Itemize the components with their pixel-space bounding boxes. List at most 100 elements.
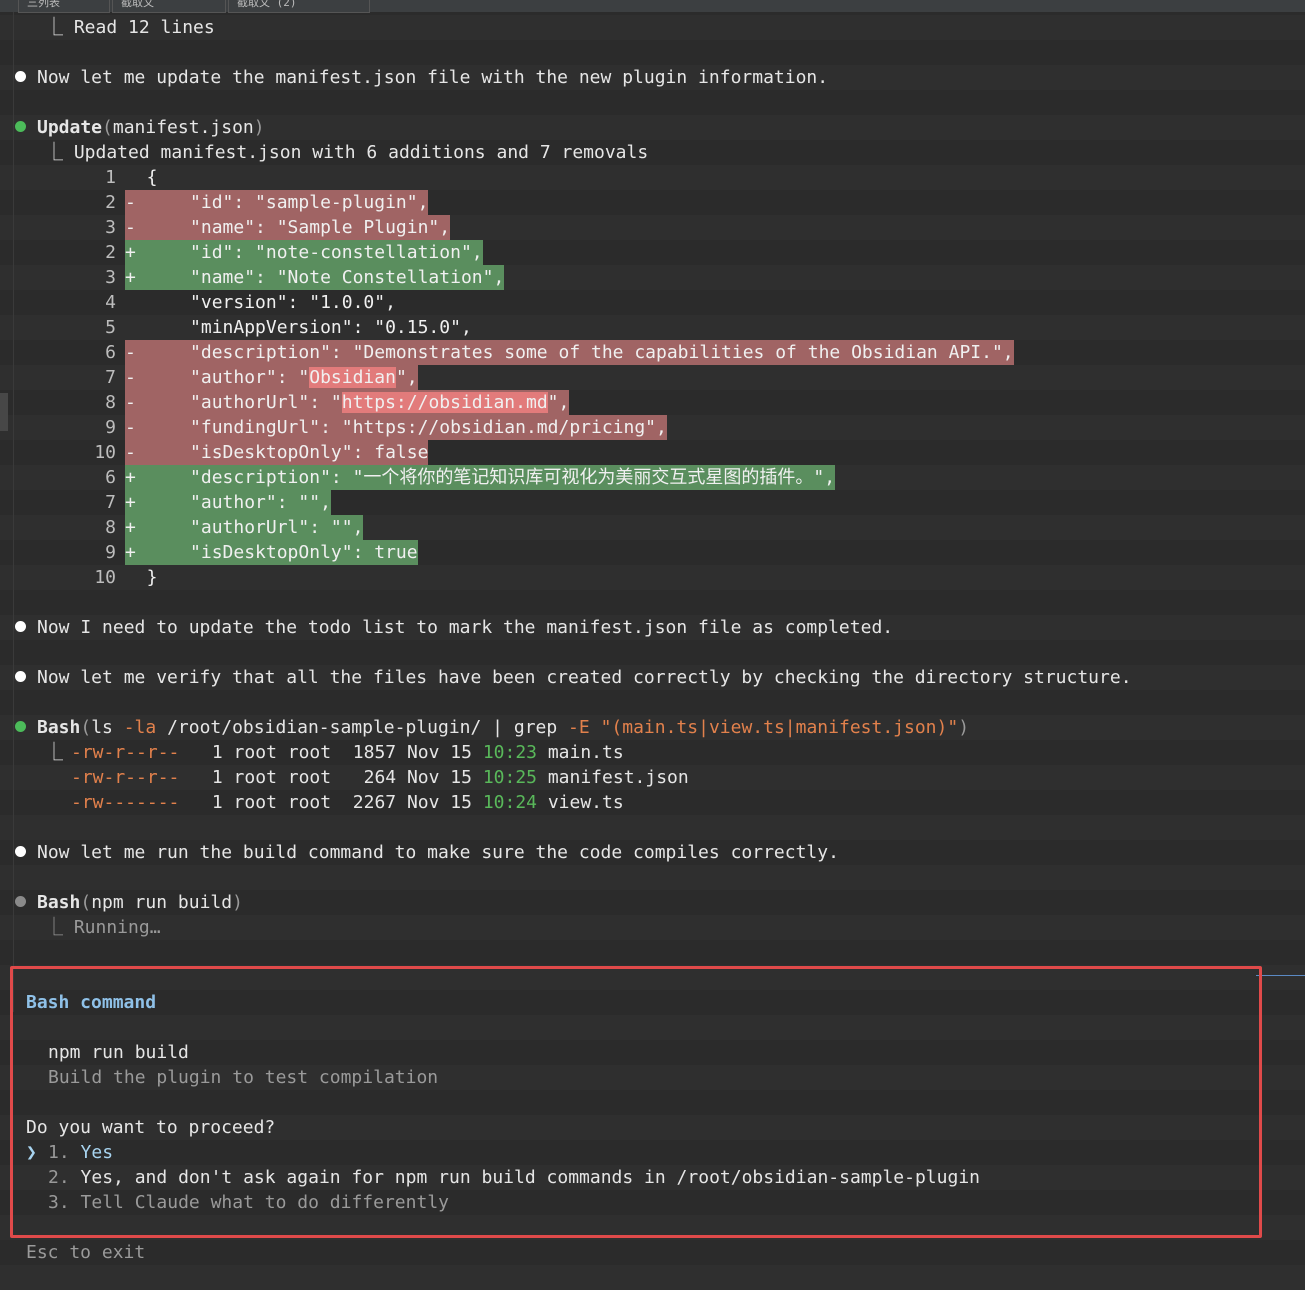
tab-capture-1[interactable]: 截取文 <box>112 0 226 13</box>
diff-line-number: 10 <box>94 567 116 588</box>
diff-line-number: 3 <box>105 267 116 288</box>
cmd-part: /root/obsidian-sample-plugin/ | grep <box>156 717 569 738</box>
diff-line-number: 1 <box>105 167 116 188</box>
file-permissions: -rw------- <box>71 792 180 813</box>
tool-success-icon <box>15 721 26 732</box>
tool-name: Bash <box>37 892 81 913</box>
update-tool-call: Update(manifest.json) <box>37 115 265 140</box>
diff-removed-line: - "authorUrl": "https://obsidian.md", <box>125 390 570 415</box>
assistant-message: Now let me run the build command to make… <box>37 842 839 863</box>
scroll-handle[interactable] <box>0 393 8 431</box>
diff-removed-line: - "id": "sample-plugin", <box>125 190 429 215</box>
diff-word-highlight: Obsidian <box>309 367 396 388</box>
paren-close: ) <box>253 117 265 138</box>
assistant-message: Now let me verify that all the files hav… <box>37 667 1132 688</box>
read-result: ⎿ Read 12 lines <box>45 17 215 38</box>
bash-tool-call: Bash(ls -la /root/obsidian-sample-plugin… <box>37 715 969 740</box>
file-meta: 1 root root 1857 Nov 15 <box>179 742 483 763</box>
diff-line-number: 8 <box>105 392 116 413</box>
paren-close: ) <box>232 892 243 913</box>
file-name: view.ts <box>537 792 624 813</box>
diff-added-line: + "id": "note-constellation", <box>125 240 483 265</box>
assistant-message: Now I need to update the todo list to ma… <box>37 617 894 638</box>
diff-line-number: 6 <box>105 342 116 363</box>
file-entry: -rw-r--r-- 1 root root 264 Nov 15 10:25 … <box>71 765 689 790</box>
cmd-flag: -E <box>568 717 590 738</box>
paren-open: ( <box>102 117 113 138</box>
option-label: Tell Claude what to do differently <box>80 1192 449 1213</box>
row-stripe <box>0 565 1305 590</box>
row-stripe <box>0 865 1305 890</box>
row-stripe <box>0 165 1305 190</box>
update-summary: ⎿ Updated manifest.json with 6 additions… <box>45 142 649 163</box>
diff-removed-line: - "author": "Obsidian", <box>125 365 418 390</box>
row-stripe <box>0 915 1305 940</box>
file-name: main.ts <box>537 742 624 763</box>
message-bullet-icon <box>15 71 26 82</box>
diff-line-number: 6 <box>105 467 116 488</box>
cmd-part: ls <box>91 717 124 738</box>
diff-removed-line: - "fundingUrl": "https://obsidian.md/pri… <box>125 415 667 440</box>
divider <box>1256 975 1305 976</box>
prompt-command: npm run build <box>48 1042 189 1063</box>
file-name: manifest.json <box>537 767 689 788</box>
diff-line-number: 10 <box>94 442 116 463</box>
tab-capture-2[interactable]: 截取文 (2) <box>228 0 370 13</box>
paren-close: ) <box>958 717 970 738</box>
cmd-flag: -la <box>123 717 157 738</box>
row-stripe <box>0 815 1305 840</box>
diff-line-number: 4 <box>105 292 116 313</box>
tool-pending-icon <box>15 896 26 907</box>
message-bullet-icon <box>15 621 26 632</box>
option-number: 2. <box>48 1167 70 1188</box>
prompt-question: Do you want to proceed? <box>26 1117 276 1138</box>
message-bullet-icon <box>15 846 26 857</box>
diff-line-number: 5 <box>105 317 116 338</box>
file-time: 10:23 <box>482 742 537 763</box>
file-time: 10:25 <box>482 767 537 788</box>
tool-name: Bash <box>37 717 81 738</box>
tab-capture-2-label: 截取文 (2) <box>237 0 297 9</box>
diff-context-line: { <box>125 167 158 188</box>
prompt-description: Build the plugin to test compilation <box>48 1067 439 1088</box>
diff-added-line: + "name": "Note Constellation", <box>125 265 505 290</box>
diff-line-number: 2 <box>105 242 116 263</box>
tab-list-label: 三列表 <box>27 0 60 9</box>
tab-list[interactable]: 三列表 <box>18 0 110 13</box>
diff-context-line: "version": "1.0.0", <box>125 292 396 313</box>
diff-line-number: 3 <box>105 217 116 238</box>
gutter-line <box>13 12 14 1012</box>
cmd-part: npm run build <box>91 892 233 913</box>
tool-arg: manifest.json <box>112 117 254 138</box>
paren-open: ( <box>80 892 92 913</box>
diff-line-number: 7 <box>105 367 116 388</box>
diff-word-highlight: https://obsidian.md <box>341 392 548 413</box>
file-permissions: -rw-r--r-- <box>71 742 180 763</box>
option-yes-dont-ask[interactable]: 2. Yes, and don't ask again for npm run … <box>48 1165 980 1190</box>
option-tell-claude[interactable]: 3. Tell Claude what to do differently <box>48 1190 449 1215</box>
option-number: 3. <box>48 1192 70 1213</box>
footer-hint: Esc to exit <box>26 1242 146 1263</box>
option-number: 1. <box>48 1142 70 1163</box>
option-label: Yes, and don't ask again for npm run bui… <box>80 1167 980 1188</box>
selection-cursor-icon: ❯ <box>26 1142 37 1163</box>
diff-removed-line: - "isDesktopOnly": false <box>125 440 429 465</box>
diff-removed-line: - "description": "Demonstrates some of t… <box>125 340 1014 365</box>
diff-context-line: "minAppVersion": "0.15.0", <box>125 317 472 338</box>
diff-added-line: + "author": "", <box>125 490 331 515</box>
prompt-title: Bash command <box>26 992 157 1013</box>
diff-context-line: } <box>125 567 158 588</box>
diff-line-number: 9 <box>105 542 116 563</box>
paren-open: ( <box>80 717 92 738</box>
file-meta: 1 root root 264 Nov 15 <box>179 767 483 788</box>
option-yes[interactable]: 1. Yes <box>48 1140 113 1165</box>
diff-added-line: + "description": "一个将你的笔记知识库可视化为美丽交互式星图的… <box>125 465 836 490</box>
diff-added-line: + "authorUrl": "", <box>125 515 364 540</box>
file-entry: -rw------- 1 root root 2267 Nov 15 10:24… <box>71 790 624 815</box>
tab-capture-1-label: 截取文 <box>121 0 154 9</box>
file-meta: 1 root root 2267 Nov 15 <box>179 792 483 813</box>
cmd-pattern: "(main.ts|view.ts|manifest.json)" <box>589 717 959 738</box>
diff-line-number: 8 <box>105 517 116 538</box>
file-time: 10:24 <box>482 792 537 813</box>
file-entry: -rw-r--r-- 1 root root 1857 Nov 15 10:23… <box>71 740 624 765</box>
